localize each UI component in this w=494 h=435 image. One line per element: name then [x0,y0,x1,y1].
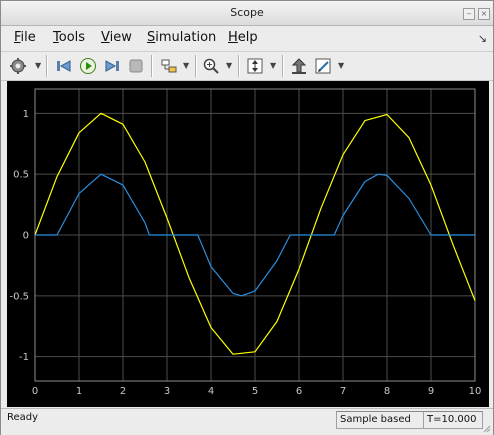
menu-tools[interactable]: Tools [53,30,85,45]
y-tick-label: 0 [23,231,29,242]
step-back-icon[interactable] [53,55,75,77]
run-icon[interactable] [77,55,99,77]
close-icon[interactable]: × [478,8,490,20]
status-text: Ready [7,412,39,423]
status-bar: Ready Sample based T=10.000 [1,408,493,435]
autoscale-dropdown-icon[interactable]: ▼ [270,61,276,70]
x-tick-label: 2 [120,386,126,397]
x-tick-label: 7 [340,386,346,397]
toolbar-separator [151,55,153,77]
sim-time-readout: T=10.000 [423,411,483,429]
minimize-icon[interactable]: ‒ [463,8,475,20]
sample-mode-badge: Sample based [336,411,424,429]
window-title: Scope [230,6,264,19]
toolbar-separator [46,55,48,77]
stop-icon[interactable] [125,55,147,77]
toolbar-separator [195,55,197,77]
plot-area[interactable]: 0 1 2 3 4 5 6 7 8 9 10 -1 -0.5 0 0.5 1 [7,81,489,407]
x-tick-label: 9 [428,386,434,397]
toolbar: ▼ ▼ ▼ ▼ ▼ [1,51,493,81]
y-tick-label: 0.5 [13,170,29,181]
style-icon[interactable] [312,55,334,77]
highlight-icon[interactable] [158,55,180,77]
menu-file[interactable]: File [14,30,36,45]
y-tick-label: 1 [23,109,29,120]
toolbar-separator [238,55,240,77]
x-tick-label: 4 [208,386,214,397]
autoscale-icon[interactable] [244,55,266,77]
scope-window: Scope ‒ × File Tools View Simulation Hel… [0,0,494,435]
x-tick-label: 6 [296,386,302,397]
resize-grip-icon[interactable] [481,423,491,433]
y-tick-label: -0.5 [9,291,29,302]
title-bar[interactable]: Scope ‒ × [1,1,493,26]
menu-bar: File Tools View Simulation Help ↘ [1,26,493,50]
gear-icon[interactable] [7,55,29,77]
toolbar-separator [282,55,284,77]
menu-simulation[interactable]: Simulation [147,30,216,45]
zoom-dropdown-icon[interactable]: ▼ [226,61,232,70]
x-tick-label: 3 [164,386,170,397]
x-tick-label: 5 [252,386,258,397]
style-dropdown-icon[interactable]: ▼ [338,61,344,70]
restore-icon[interactable] [288,55,310,77]
x-tick-label: 8 [384,386,390,397]
zoom-in-icon[interactable] [200,55,222,77]
y-tick-label: -1 [19,352,29,363]
x-tick-label: 0 [32,386,38,397]
menu-view[interactable]: View [101,30,132,45]
x-tick-label: 1 [76,386,82,397]
menu-help[interactable]: Help [228,30,258,45]
highlight-dropdown-icon[interactable]: ▼ [183,61,189,70]
scope-chart[interactable]: 0 1 2 3 4 5 6 7 8 9 10 -1 -0.5 0 0.5 1 [7,81,489,407]
undock-arrow-icon[interactable]: ↘ [478,32,487,45]
settings-dropdown-icon[interactable]: ▼ [35,61,41,70]
x-tick-label: 10 [469,386,482,397]
step-forward-icon[interactable] [101,55,123,77]
